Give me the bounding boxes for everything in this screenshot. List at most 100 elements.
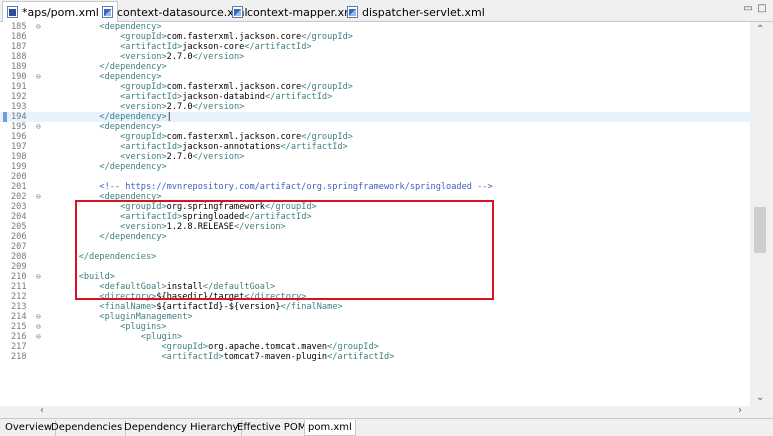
- code-line[interactable]: 187 <artifactId>jackson-core</artifactId…: [0, 42, 750, 52]
- pom-editor-page-tabs: Overview Dependencies Dependency Hierarc…: [0, 418, 773, 436]
- xml-tag: <groupId>: [161, 342, 209, 352]
- code-text: <version>2.7.0</version>: [58, 152, 244, 162]
- fold-toggle-icon[interactable]: ⊖: [36, 22, 41, 32]
- fold-toggle-icon[interactable]: ⊖: [36, 322, 41, 332]
- code-line[interactable]: 211 <defaultGoal>install</defaultGoal>: [0, 282, 750, 292]
- code-line[interactable]: 213 <finalName>${artifactId}-${version}<…: [0, 302, 750, 312]
- tab-pom-xml[interactable]: *aps/pom.xml ✕: [2, 1, 119, 22]
- code-line[interactable]: 191 <groupId>com.fasterxml.jackson.core<…: [0, 82, 750, 92]
- line-number: 194: [11, 112, 27, 122]
- line-number: 211: [11, 282, 27, 292]
- xml-source-editor[interactable]: 185 ⊖ <dependency> 186 <groupId>com.faster…: [0, 22, 773, 418]
- code-text: <!-- https://mvnrepository.com/artifact/…: [58, 182, 492, 192]
- line-number: 209: [11, 262, 27, 272]
- xml-text: com.fasterxml.jackson.core: [166, 132, 302, 142]
- code-line[interactable]: 192 <artifactId>jackson-databind</artifa…: [0, 92, 750, 102]
- code-line[interactable]: 210 ⊖ <build>: [0, 272, 750, 282]
- code-line[interactable]: 189 </dependency>: [0, 62, 750, 72]
- tab-dispatcher-servlet[interactable]: dispatcher-servlet.xml: [347, 2, 485, 22]
- code-line[interactable]: 201 <!-- https://mvnrepository.com/artif…: [0, 182, 750, 192]
- xml-tag: </version>: [192, 152, 245, 162]
- xml-text: install: [166, 282, 203, 292]
- code-line[interactable]: 216 ⊖ <plugin>: [0, 332, 750, 342]
- code-line[interactable]: 190 ⊖ <dependency>: [0, 72, 750, 82]
- tab-effective-pom[interactable]: Effective POM: [234, 420, 311, 436]
- code-line[interactable]: 215 ⊖ <plugins>: [0, 322, 750, 332]
- tab-dependencies[interactable]: Dependencies: [48, 420, 127, 436]
- code-line[interactable]: 200: [0, 172, 750, 182]
- tab-label: context-mapper.xml: [247, 5, 358, 19]
- code-line[interactable]: 198 <version>2.7.0</version>: [0, 152, 750, 162]
- xml-text: ${basedir}/target: [156, 292, 245, 302]
- scroll-right-icon[interactable]: ›: [738, 405, 742, 416]
- fold-toggle-icon[interactable]: ⊖: [36, 332, 41, 342]
- code-text: <directory>${basedir}/target</directory>: [58, 292, 306, 302]
- fold-toggle-icon[interactable]: ⊖: [36, 272, 41, 282]
- fold-toggle-icon[interactable]: ⊖: [36, 192, 41, 202]
- xml-tag: </version>: [192, 52, 245, 62]
- xml-text: 2.7.0: [166, 102, 193, 112]
- code-line[interactable]: 197 <artifactId>jackson-annotations</art…: [0, 142, 750, 152]
- line-number: 201: [11, 182, 27, 192]
- scrollbar-thumb[interactable]: [754, 207, 766, 253]
- xml-text: com.fasterxml.jackson.core: [166, 82, 302, 92]
- code-line[interactable]: 188 <version>2.7.0</version>: [0, 52, 750, 62]
- code-line[interactable]: 199 </dependency>: [0, 162, 750, 172]
- scroll-left-icon[interactable]: ‹: [40, 405, 44, 416]
- xml-text: springloaded: [182, 212, 245, 222]
- fold-toggle-icon[interactable]: ⊖: [36, 312, 41, 322]
- code-line[interactable]: 202 ⊖ <dependency>: [0, 192, 750, 202]
- code-line[interactable]: 185 ⊖ <dependency>: [0, 22, 750, 32]
- xml-tag: </groupId>: [301, 82, 353, 92]
- scroll-down-icon[interactable]: ⌄: [756, 392, 764, 403]
- scroll-up-icon[interactable]: ⌃: [756, 24, 764, 35]
- tab-context-datasource[interactable]: context-datasource.xml: [102, 2, 248, 22]
- xml-tag: <dependency>: [99, 122, 162, 132]
- xml-tag: <dependency>: [99, 192, 162, 202]
- tab-context-mapper[interactable]: context-mapper.xml: [232, 2, 358, 22]
- code-line[interactable]: 186 <groupId>com.fasterxml.jackson.core<…: [0, 32, 750, 42]
- xml-tag: <artifactId>: [161, 352, 224, 362]
- code-text: </dependencies>: [58, 252, 157, 262]
- editor-tab-bar: *aps/pom.xml ✕ context-datasource.xml co…: [0, 0, 773, 22]
- code-line[interactable]: 206 </dependency>: [0, 232, 750, 242]
- tab-pom-xml-source[interactable]: pom.xml: [304, 420, 356, 436]
- xml-tag: <plugins>: [120, 322, 167, 332]
- code-line[interactable]: 218 <artifactId>tomcat7-maven-plugin</ar…: [0, 352, 750, 362]
- code-text: </dependency>: [58, 232, 166, 242]
- line-number: 186: [11, 32, 27, 42]
- fold-toggle-icon[interactable]: ⊖: [36, 72, 41, 82]
- line-number: 205: [11, 222, 27, 232]
- code-text: <artifactId>springloaded</artifactId>: [58, 212, 311, 222]
- code-line[interactable]: 214 ⊖ <pluginManagement>: [0, 312, 750, 322]
- xml-tag: <dependency>: [99, 22, 162, 32]
- code-line[interactable]: 196 <groupId>com.fasterxml.jackson.core<…: [0, 132, 750, 142]
- line-number: 188: [11, 52, 27, 62]
- maximize-icon[interactable]: □: [757, 4, 767, 14]
- tab-label: context-datasource.xml: [117, 5, 248, 19]
- code-line[interactable]: 209: [0, 262, 750, 272]
- fold-toggle-icon[interactable]: ⊖: [36, 122, 41, 132]
- xml-tag: </groupId>: [301, 32, 353, 42]
- code-line[interactable]: 204 <artifactId>springloaded</artifactId…: [0, 212, 750, 222]
- code-line[interactable]: 203 <groupId>org.springframework</groupI…: [0, 202, 750, 212]
- code-text: <groupId>com.fasterxml.jackson.core</gro…: [58, 32, 353, 42]
- code-text: <version>1.2.8.RELEASE</version>: [58, 222, 286, 232]
- code-line[interactable]: 207: [0, 242, 750, 252]
- code-line[interactable]: 193 <version>2.7.0</version>: [0, 102, 750, 112]
- code-line[interactable]: 205 <version>1.2.8.RELEASE</version>: [0, 222, 750, 232]
- xml-tag: </version>: [233, 222, 286, 232]
- code-text: <dependency>: [58, 22, 162, 32]
- tab-dependency-hierarchy[interactable]: Dependency Hierarchy: [121, 420, 243, 436]
- horizontal-scrollbar[interactable]: ‹ ›: [0, 405, 773, 418]
- xml-tag: </finalName>: [280, 302, 343, 312]
- code-line[interactable]: 195 ⊖ <dependency>: [0, 122, 750, 132]
- xml-tag: <finalName>: [99, 302, 157, 312]
- code-line[interactable]: 208 </dependencies>: [0, 252, 750, 262]
- vertical-scrollbar[interactable]: ⌃ ⌄: [750, 22, 773, 406]
- code-line[interactable]: 212 <directory>${basedir}/target</direct…: [0, 292, 750, 302]
- line-number: 196: [11, 132, 27, 142]
- code-line[interactable]: 217 <groupId>org.apache.tomcat.maven</gr…: [0, 342, 750, 352]
- minimize-icon[interactable]: ▭: [743, 4, 753, 14]
- code-line[interactable]: 194 </dependency>|: [0, 112, 750, 122]
